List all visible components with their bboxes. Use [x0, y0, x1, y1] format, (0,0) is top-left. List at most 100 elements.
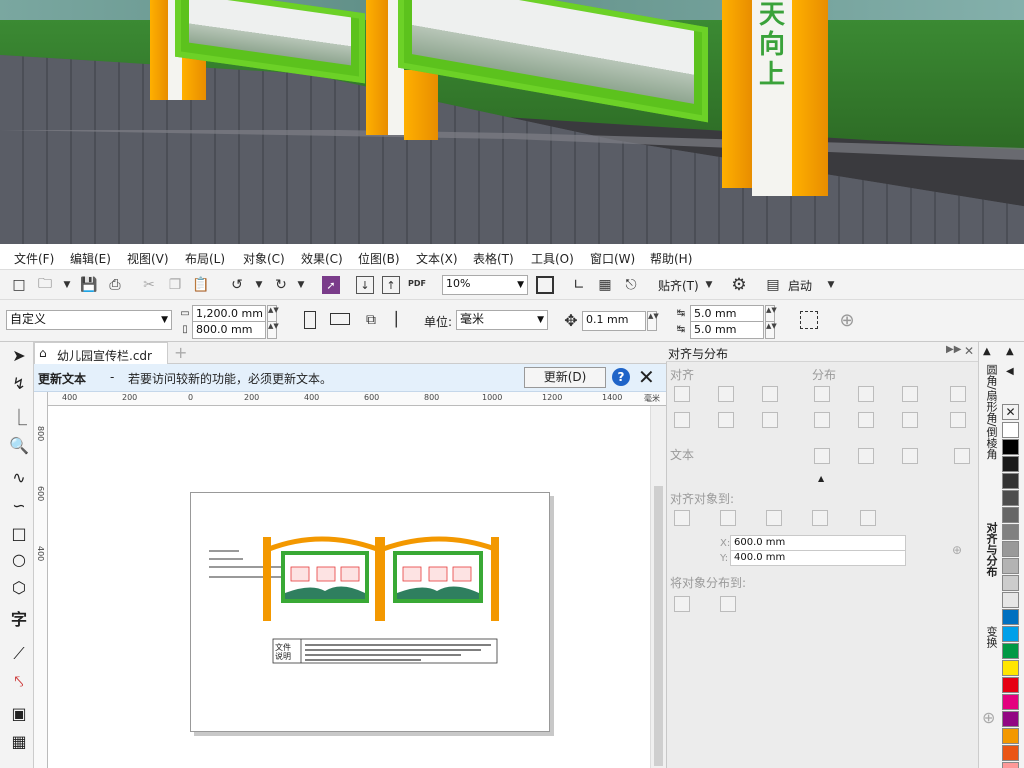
menu-text[interactable]: 文本(X): [416, 250, 458, 267]
menu-window[interactable]: 窗口(W): [590, 250, 635, 267]
color-swatch[interactable]: [1002, 541, 1019, 557]
color-swatch[interactable]: [1002, 558, 1019, 574]
text-baseline-icon[interactable]: [814, 448, 830, 464]
distribute-bottom-icon[interactable]: [902, 412, 918, 428]
align-bottom-icon[interactable]: [762, 412, 778, 428]
text-tool-icon[interactable]: 字: [9, 610, 29, 630]
menu-effects[interactable]: 效果(C): [301, 250, 343, 267]
color-swatch[interactable]: [1002, 473, 1019, 489]
nudge-distance-field[interactable]: 0.1 mm: [582, 311, 646, 331]
export-icon[interactable]: ↑: [382, 276, 400, 294]
undo-dropdown-icon[interactable]: ▼: [250, 276, 268, 294]
redo-dropdown-icon[interactable]: ▼: [292, 276, 310, 294]
menu-object[interactable]: 对象(C): [243, 250, 285, 267]
polygon-tool-icon[interactable]: ⬡: [9, 578, 29, 598]
tab-transform[interactable]: 变换: [981, 626, 999, 648]
add-docker-icon[interactable]: ⊕: [982, 708, 995, 727]
horizontal-ruler[interactable]: 400 200 0 200 400 600 800 1000 1200 1400…: [48, 392, 666, 406]
show-guidelines-icon[interactable]: ⎋: [622, 276, 640, 294]
full-screen-icon[interactable]: [536, 276, 554, 294]
color-swatch[interactable]: [1002, 575, 1019, 591]
color-swatch[interactable]: [1002, 524, 1019, 540]
show-rulers-icon[interactable]: ∟: [570, 276, 588, 294]
color-swatch[interactable]: [1002, 626, 1019, 642]
update-text-button[interactable]: 更新(D): [524, 367, 606, 388]
menu-edit[interactable]: 编辑(E): [70, 250, 111, 267]
portrait-icon[interactable]: [304, 311, 316, 329]
open-dropdown-icon[interactable]: ▼: [58, 276, 76, 294]
pick-tool-icon[interactable]: ➤: [9, 346, 29, 366]
bulletin-board-drawing[interactable]: [191, 493, 551, 733]
redo-icon[interactable]: ↻: [272, 276, 290, 294]
menu-file[interactable]: 文件(F): [14, 250, 54, 267]
y-coordinate-field[interactable]: 400.0 mm: [730, 550, 906, 566]
launch-dropdown-icon[interactable]: ▼: [822, 276, 840, 294]
import-icon[interactable]: ↓: [356, 276, 374, 294]
distribute-spacing-h-icon[interactable]: [950, 386, 966, 402]
align-to-page-center-icon[interactable]: [766, 510, 782, 526]
no-color-swatch[interactable]: ✕: [1002, 404, 1019, 420]
color-swatch[interactable]: [1002, 677, 1019, 693]
open-folder-icon[interactable]: 🗀: [36, 276, 54, 294]
text-bounding-box-icon[interactable]: [902, 448, 918, 464]
color-swatch[interactable]: [1002, 660, 1019, 676]
crop-tool-icon[interactable]: ⎿: [9, 408, 29, 428]
distribute-right-icon[interactable]: [902, 386, 918, 402]
distribute-to-selection-icon[interactable]: [674, 596, 690, 612]
menu-table[interactable]: 表格(T): [473, 250, 514, 267]
color-swatch[interactable]: [1002, 745, 1019, 761]
color-swatch[interactable]: [1002, 490, 1019, 506]
launch-label[interactable]: 启动: [788, 277, 812, 294]
save-icon[interactable]: 💾: [80, 276, 98, 294]
distribute-to-page-icon[interactable]: [720, 596, 736, 612]
palette-scroll-up-icon[interactable]: ▲: [1006, 346, 1014, 357]
page-frame-icon[interactable]: [800, 311, 818, 329]
distribute-center-v-icon[interactable]: [858, 412, 874, 428]
distribute-spacing-v-icon[interactable]: [950, 412, 966, 428]
paste-icon[interactable]: 📋: [192, 276, 210, 294]
ellipse-tool-icon[interactable]: ○: [9, 550, 29, 570]
drop-shadow-icon[interactable]: ▣: [9, 704, 29, 724]
vertical-scrollbar[interactable]: [650, 406, 666, 768]
publish-pdf-icon[interactable]: PDF: [408, 274, 426, 292]
color-swatch[interactable]: [1002, 439, 1019, 455]
align-top-icon[interactable]: [674, 412, 690, 428]
menu-view[interactable]: 视图(V): [127, 250, 169, 267]
undo-icon[interactable]: ↺: [228, 276, 246, 294]
freehand-tool-icon[interactable]: ∿: [9, 468, 29, 488]
expand-arrow-icon[interactable]: ▲: [818, 474, 824, 483]
align-center-h-icon[interactable]: [718, 386, 734, 402]
zoom-tool-icon[interactable]: 🔍: [9, 436, 29, 456]
distribute-left-icon[interactable]: [814, 386, 830, 402]
page-height-field[interactable]: 800.0 mm: [192, 321, 266, 339]
current-page-icon[interactable]: ▏: [392, 311, 410, 329]
duplicate-y-spinner[interactable]: ▲▼: [765, 321, 777, 339]
menu-layout[interactable]: 布局(L): [185, 250, 225, 267]
close-icon[interactable]: ✕: [638, 365, 655, 389]
align-left-icon[interactable]: [674, 386, 690, 402]
all-pages-icon[interactable]: ⧉: [362, 311, 380, 329]
tab-fillet-scallop-chamfer[interactable]: 圆角/扇形角/倒棱角: [981, 364, 999, 459]
color-swatch[interactable]: [1002, 507, 1019, 523]
new-document-icon[interactable]: □: [10, 276, 28, 294]
color-swatch[interactable]: [1002, 711, 1019, 727]
align-center-v-icon[interactable]: [718, 412, 734, 428]
align-right-icon[interactable]: [762, 386, 778, 402]
nudge-spinner[interactable]: ▲▼: [647, 311, 659, 331]
search-content-icon[interactable]: ➚: [322, 276, 340, 294]
connector-tool-icon[interactable]: ⤣: [9, 672, 29, 692]
target-icon[interactable]: ⊕: [952, 543, 962, 557]
snap-dropdown-icon[interactable]: ▼: [700, 276, 718, 294]
document-tab[interactable]: ⌂ 幼儿园宣传栏.cdr: [34, 342, 168, 364]
add-icon[interactable]: ⊕: [838, 310, 856, 331]
zoom-level-field[interactable]: 10% ▼: [442, 275, 528, 295]
show-grid-icon[interactable]: ▦: [596, 276, 614, 294]
cut-icon[interactable]: ✂: [140, 276, 158, 294]
gear-icon[interactable]: ⚙: [730, 275, 748, 295]
menu-help[interactable]: 帮助(H): [650, 250, 692, 267]
tab-align-distribute[interactable]: 对齐与分布: [981, 522, 999, 577]
align-to-point-icon[interactable]: [860, 510, 876, 526]
shape-tool-icon[interactable]: ↯: [9, 374, 29, 394]
transparency-icon[interactable]: ▦: [9, 732, 29, 752]
menu-tools[interactable]: 工具(O): [531, 250, 574, 267]
